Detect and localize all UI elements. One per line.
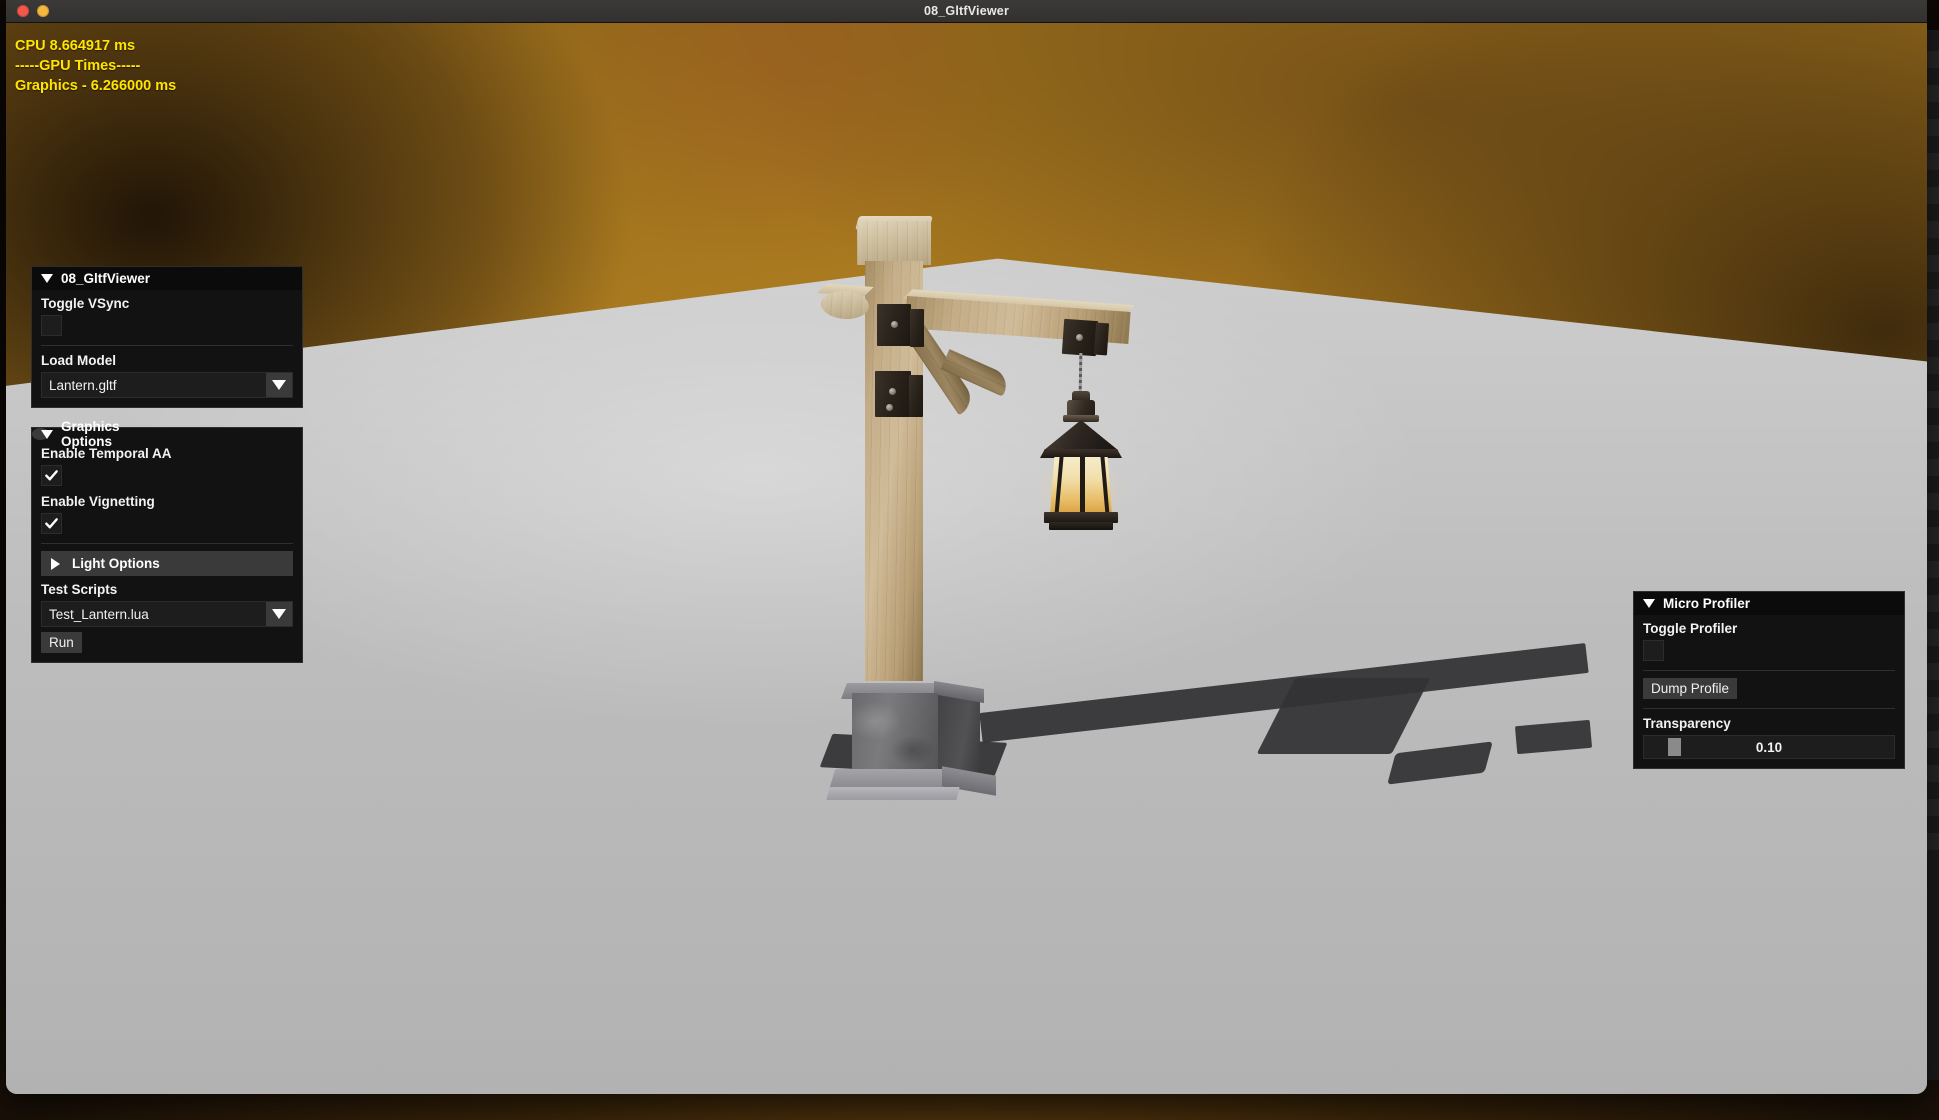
divider xyxy=(41,345,293,346)
panel-micro-profiler-body: Toggle Profiler Dump Profile Transparenc… xyxy=(1634,615,1904,768)
lantern-mullion-center xyxy=(1080,457,1085,515)
chevron-down-icon[interactable] xyxy=(41,274,53,283)
panel-gltf-viewer-title: 08_GltfViewer xyxy=(61,271,151,286)
lantern xyxy=(1016,391,1146,547)
panel-gltf-viewer-header[interactable]: 08_GltfViewer xyxy=(32,267,302,290)
check-icon xyxy=(45,470,58,481)
chevron-right-icon xyxy=(51,557,60,570)
bolt-tip xyxy=(1076,334,1083,341)
light-options-section[interactable]: Light Options xyxy=(41,551,293,576)
cpu-time-line: CPU 8.664917 ms xyxy=(15,38,136,54)
check-icon xyxy=(45,518,58,529)
light-options-label: Light Options xyxy=(72,556,160,571)
toggle-vsync-checkbox[interactable] xyxy=(41,315,62,336)
lantern-base-lower xyxy=(1049,522,1113,530)
transparency-value: 0.10 xyxy=(1755,739,1783,755)
panel-graphics-options: Graphics Options Enable Temporal AA Enab… xyxy=(31,419,303,663)
graphics-time-line: Graphics - 6.266000 ms xyxy=(15,78,177,94)
vignetting-checkbox[interactable] xyxy=(41,513,62,534)
lantern-chain xyxy=(1078,352,1083,396)
panel-micro-profiler-title: Micro Profiler xyxy=(1663,596,1751,611)
transparency-slider[interactable]: 0.10 xyxy=(1643,735,1895,759)
chevron-down-icon xyxy=(272,380,286,390)
temporal-aa-checkbox[interactable] xyxy=(41,465,62,486)
toggle-profiler-checkbox[interactable] xyxy=(1643,640,1664,661)
desktop-backdrop: e np efa lat/smdenpersll/Tt_T_Glnp ou Lo… xyxy=(0,0,1939,1120)
panel-gltf-viewer-body: Toggle VSync Load Model Lantern.gltf xyxy=(32,290,302,407)
divider xyxy=(41,543,293,544)
toggle-vsync-label: Toggle VSync xyxy=(41,296,130,311)
bracket-beam-tip-side xyxy=(1093,322,1110,356)
post-cap xyxy=(857,221,931,265)
transparency-label: Transparency xyxy=(1643,716,1731,731)
gpu-times-header: -----GPU Times----- xyxy=(15,58,141,74)
plinth-body-side xyxy=(938,695,980,775)
bracket-lower-side xyxy=(909,375,923,417)
bracket-upper-side xyxy=(910,309,924,347)
vignetting-label: Enable Vignetting xyxy=(41,494,155,509)
toggle-profiler-label: Toggle Profiler xyxy=(1643,621,1738,636)
window-controls xyxy=(6,5,49,17)
panel-graphics-options-body: Enable Temporal AA Enable Vignetting Lig… xyxy=(32,440,302,662)
plinth-foot-lower xyxy=(826,787,960,800)
chevron-down-icon[interactable] xyxy=(41,429,53,439)
panel-graphics-options-header[interactable]: Graphics Options xyxy=(32,419,120,449)
bolt-lower2 xyxy=(886,404,893,411)
dump-profile-button[interactable]: Dump Profile xyxy=(1643,678,1738,699)
panel-micro-profiler-header[interactable]: Micro Profiler xyxy=(1634,592,1904,615)
panel-micro-profiler: Micro Profiler Toggle Profiler Dump Prof… xyxy=(1633,591,1905,769)
panel-graphics-options-title: Graphics Options xyxy=(61,419,120,449)
load-model-value: Lantern.gltf xyxy=(49,377,117,393)
application-window: 08_GltfViewer CPU 8.664917 ms -----GPU T… xyxy=(6,0,1927,1094)
load-model-dropdown-arrow[interactable] xyxy=(266,373,292,397)
title-bar[interactable]: 08_GltfViewer xyxy=(6,0,1927,23)
chevron-down-icon[interactable] xyxy=(1643,599,1655,608)
panel-gltf-viewer: 08_GltfViewer Toggle VSync Load Model La… xyxy=(31,266,303,408)
load-model-dropdown[interactable]: Lantern.gltf xyxy=(41,372,293,398)
divider xyxy=(1643,708,1895,709)
test-scripts-value: Test_Lantern.lua xyxy=(49,606,149,622)
load-model-label: Load Model xyxy=(41,353,116,368)
bolt-upper xyxy=(891,321,898,328)
viewport-3d[interactable]: CPU 8.664917 ms -----GPU Times----- Grap… xyxy=(6,23,1927,1094)
dump-profile-row: Dump Profile xyxy=(1643,678,1895,699)
minimize-button[interactable] xyxy=(37,5,49,17)
run-button[interactable]: Run xyxy=(41,632,82,653)
plinth-body xyxy=(852,693,938,775)
performance-stats-overlay: CPU 8.664917 ms -----GPU Times----- Grap… xyxy=(15,36,176,96)
divider xyxy=(1643,670,1895,671)
close-button[interactable] xyxy=(17,5,29,17)
test-scripts-label: Test Scripts xyxy=(41,582,118,597)
transparency-slider-handle[interactable] xyxy=(1668,738,1681,756)
bolt-lower xyxy=(889,388,896,395)
chevron-down-icon xyxy=(272,609,286,619)
test-scripts-dropdown-arrow[interactable] xyxy=(266,602,292,626)
temporal-aa-label: Enable Temporal AA xyxy=(41,446,172,461)
window-title: 08_GltfViewer xyxy=(923,4,1010,18)
run-button-row: Run xyxy=(41,632,293,653)
test-scripts-dropdown[interactable]: Test_Lantern.lua xyxy=(41,601,293,627)
